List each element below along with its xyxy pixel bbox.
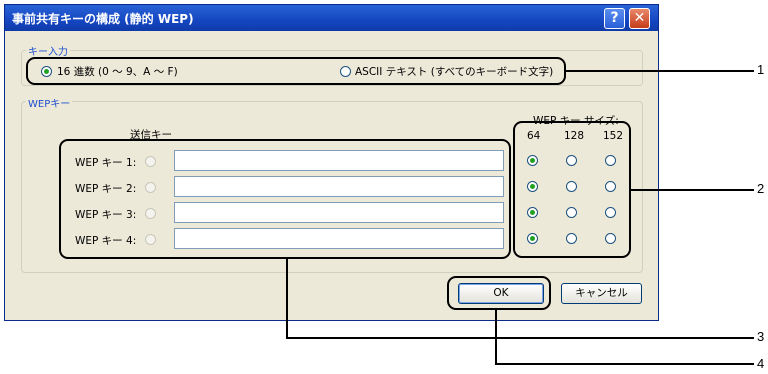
callout-4-outline	[447, 276, 551, 310]
title-bar[interactable]: 事前共有キーの構成 (静的 WEP) ? ✕	[5, 5, 658, 31]
callout-4-hline	[495, 363, 754, 365]
callout-2-line	[631, 189, 754, 191]
callout-1-outline	[26, 57, 566, 85]
callout-1-number: 1	[757, 62, 765, 77]
callout-3-hline	[286, 337, 754, 339]
callout-3-number: 3	[757, 329, 765, 344]
callout-1-line	[566, 70, 754, 72]
cancel-button[interactable]: キャンセル	[561, 283, 642, 304]
window-title: 事前共有キーの構成 (静的 WEP)	[12, 12, 194, 26]
callout-4-vline	[495, 310, 497, 365]
callout-2-number: 2	[757, 181, 765, 196]
callout-2-outline	[513, 121, 631, 258]
help-button[interactable]: ?	[604, 8, 625, 29]
key-input-legend: キー入力	[26, 43, 70, 58]
close-button[interactable]: ✕	[629, 8, 650, 29]
callout-3-outline	[59, 139, 511, 259]
callout-4-number: 4	[757, 356, 765, 371]
wep-keys-legend: WEPキー	[26, 95, 73, 110]
callout-3-vline	[286, 259, 288, 339]
